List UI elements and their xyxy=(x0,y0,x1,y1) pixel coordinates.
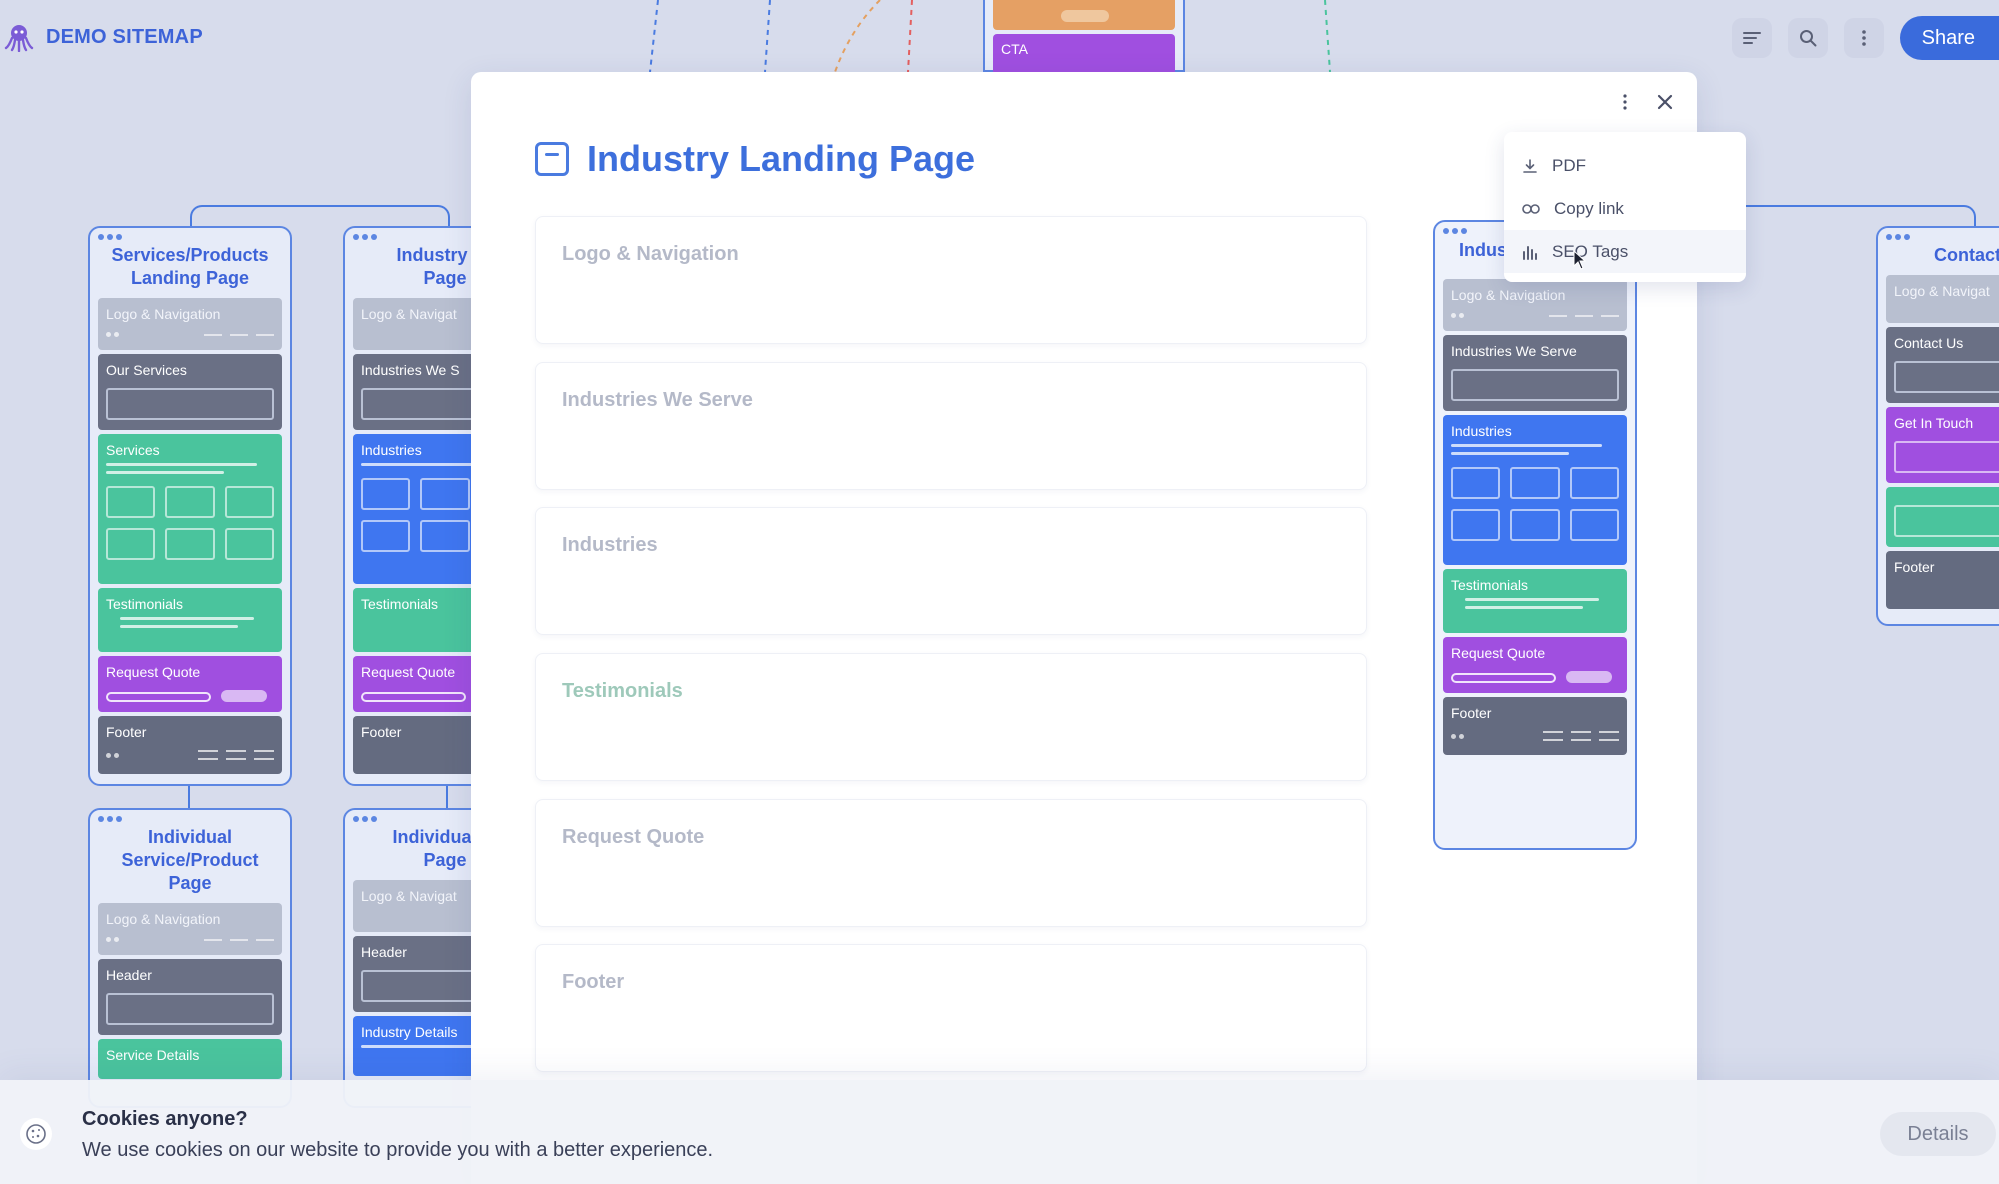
modal-section-footer[interactable]: Footer xyxy=(535,944,1367,1072)
download-icon xyxy=(1523,158,1537,173)
preview-industries[interactable]: Industries xyxy=(1443,415,1627,565)
preview-industries-we-serve[interactable]: Industries We Serve xyxy=(1443,335,1627,411)
modal-section-industries[interactable]: Industries xyxy=(535,507,1367,635)
cookie-title: Cookies anyone? xyxy=(82,1108,248,1130)
section-get-in-touch[interactable]: Get In Touch xyxy=(1886,407,1999,483)
preview-request-quote[interactable]: Request Quote xyxy=(1443,637,1627,693)
more-vertical-icon xyxy=(1861,30,1866,46)
search-button[interactable] xyxy=(1787,18,1828,58)
more-button[interactable] xyxy=(1843,18,1884,58)
cookie-icon xyxy=(20,1118,52,1150)
section-contact-us[interactable]: Contact Us xyxy=(1886,327,1999,403)
section-testimonials[interactable]: Testimonials xyxy=(98,588,282,652)
modal-section-testimonials[interactable]: Testimonials xyxy=(535,653,1367,781)
card-menu-icon[interactable] xyxy=(1886,234,1999,240)
card-title: Contact xyxy=(1934,245,1999,265)
section-logo-nav[interactable]: Logo & Navigation xyxy=(98,298,282,350)
section-our-services[interactable]: Our Services xyxy=(98,354,282,430)
menu-item-label: PDF xyxy=(1552,155,1586,175)
link-icon xyxy=(1522,203,1540,214)
mouse-cursor-icon xyxy=(1573,250,1587,270)
menu-item-label: Copy link xyxy=(1554,198,1624,218)
modal-section-request-quote[interactable]: Request Quote xyxy=(535,799,1367,927)
cookie-text: Cookies anyone? We use cookies on our we… xyxy=(82,1108,713,1162)
connector-line xyxy=(188,782,190,810)
card-menu-icon[interactable] xyxy=(98,234,282,240)
preview-testimonials[interactable]: Testimonials xyxy=(1443,569,1627,633)
section-services[interactable]: Services xyxy=(98,434,282,584)
menu-item-pdf[interactable]: PDF xyxy=(1504,144,1746,187)
modal-title: Industry Landing Page xyxy=(587,138,976,179)
modal-more-button[interactable] xyxy=(1607,84,1643,120)
page-preview-card[interactable]: Indus Logo & Navigation Industries We Se… xyxy=(1433,220,1637,850)
bar-chart-icon xyxy=(1523,245,1537,260)
close-icon xyxy=(1657,94,1673,110)
cta-block: CTA xyxy=(993,34,1175,74)
section-footer[interactable]: Footer xyxy=(1886,551,1999,609)
card-individual-service[interactable]: Individual Service/Product Page Logo & N… xyxy=(88,808,292,1108)
section-header[interactable]: Header xyxy=(98,959,282,1035)
section-service-details[interactable]: Service Details xyxy=(98,1039,282,1079)
cookie-banner: Cookies anyone? We use cookies on our we… xyxy=(0,1080,1999,1184)
connector-line xyxy=(446,782,448,810)
more-vertical-icon xyxy=(1623,94,1627,110)
menu-item-label: SEO Tags xyxy=(1552,241,1629,261)
section-logo-nav[interactable]: Logo & Navigat xyxy=(1886,275,1999,323)
section-request-quote[interactable]: Request Quote xyxy=(98,656,282,712)
octopus-logo-icon xyxy=(4,25,34,52)
menu-item-seo-tags[interactable]: SEO Tags xyxy=(1504,230,1746,273)
modal-section-logo-nav[interactable]: Logo & Navigation xyxy=(535,216,1367,344)
section-logo-nav[interactable]: Logo & Navigation xyxy=(98,903,282,955)
top-sitemap-card[interactable]: CTA xyxy=(983,0,1185,74)
outline-button[interactable] xyxy=(1731,18,1772,58)
brand[interactable]: DEMO SITEMAP xyxy=(4,22,203,52)
export-menu: PDF Copy link SEO Tags xyxy=(1504,132,1746,282)
card-menu-icon[interactable] xyxy=(98,816,282,822)
card-contact[interactable]: Contact Logo & Navigat Contact Us Get In… xyxy=(1876,226,1999,626)
page-icon xyxy=(535,142,569,176)
modal-section-industries-we-serve[interactable]: Industries We Serve xyxy=(535,362,1367,490)
card-title: Services/Products Landing Page xyxy=(111,245,269,288)
modal-close-button[interactable] xyxy=(1647,84,1683,120)
preview-logo-nav[interactable]: Logo & Navigation xyxy=(1443,279,1627,331)
top-actions: Share xyxy=(1731,16,1999,60)
preview-footer[interactable]: Footer xyxy=(1443,697,1627,755)
list-icon xyxy=(1742,32,1761,44)
menu-item-copy-link[interactable]: Copy link xyxy=(1504,187,1746,230)
section-map[interactable] xyxy=(1886,487,1999,547)
orange-block xyxy=(993,0,1175,30)
share-button[interactable]: Share xyxy=(1899,16,1999,60)
brand-name: DEMO SITEMAP xyxy=(46,25,203,48)
search-icon xyxy=(1799,30,1817,47)
modal-header: Industry Landing Page xyxy=(535,138,975,180)
cookie-message: We use cookies on our website to provide… xyxy=(82,1139,714,1161)
card-services-landing[interactable]: Services/Products Landing Page Logo & Na… xyxy=(88,226,292,786)
card-title: Individual Service/Product Page xyxy=(121,827,259,893)
section-footer[interactable]: Footer xyxy=(98,716,282,774)
cookie-details-button[interactable]: Details xyxy=(1880,1112,1996,1156)
